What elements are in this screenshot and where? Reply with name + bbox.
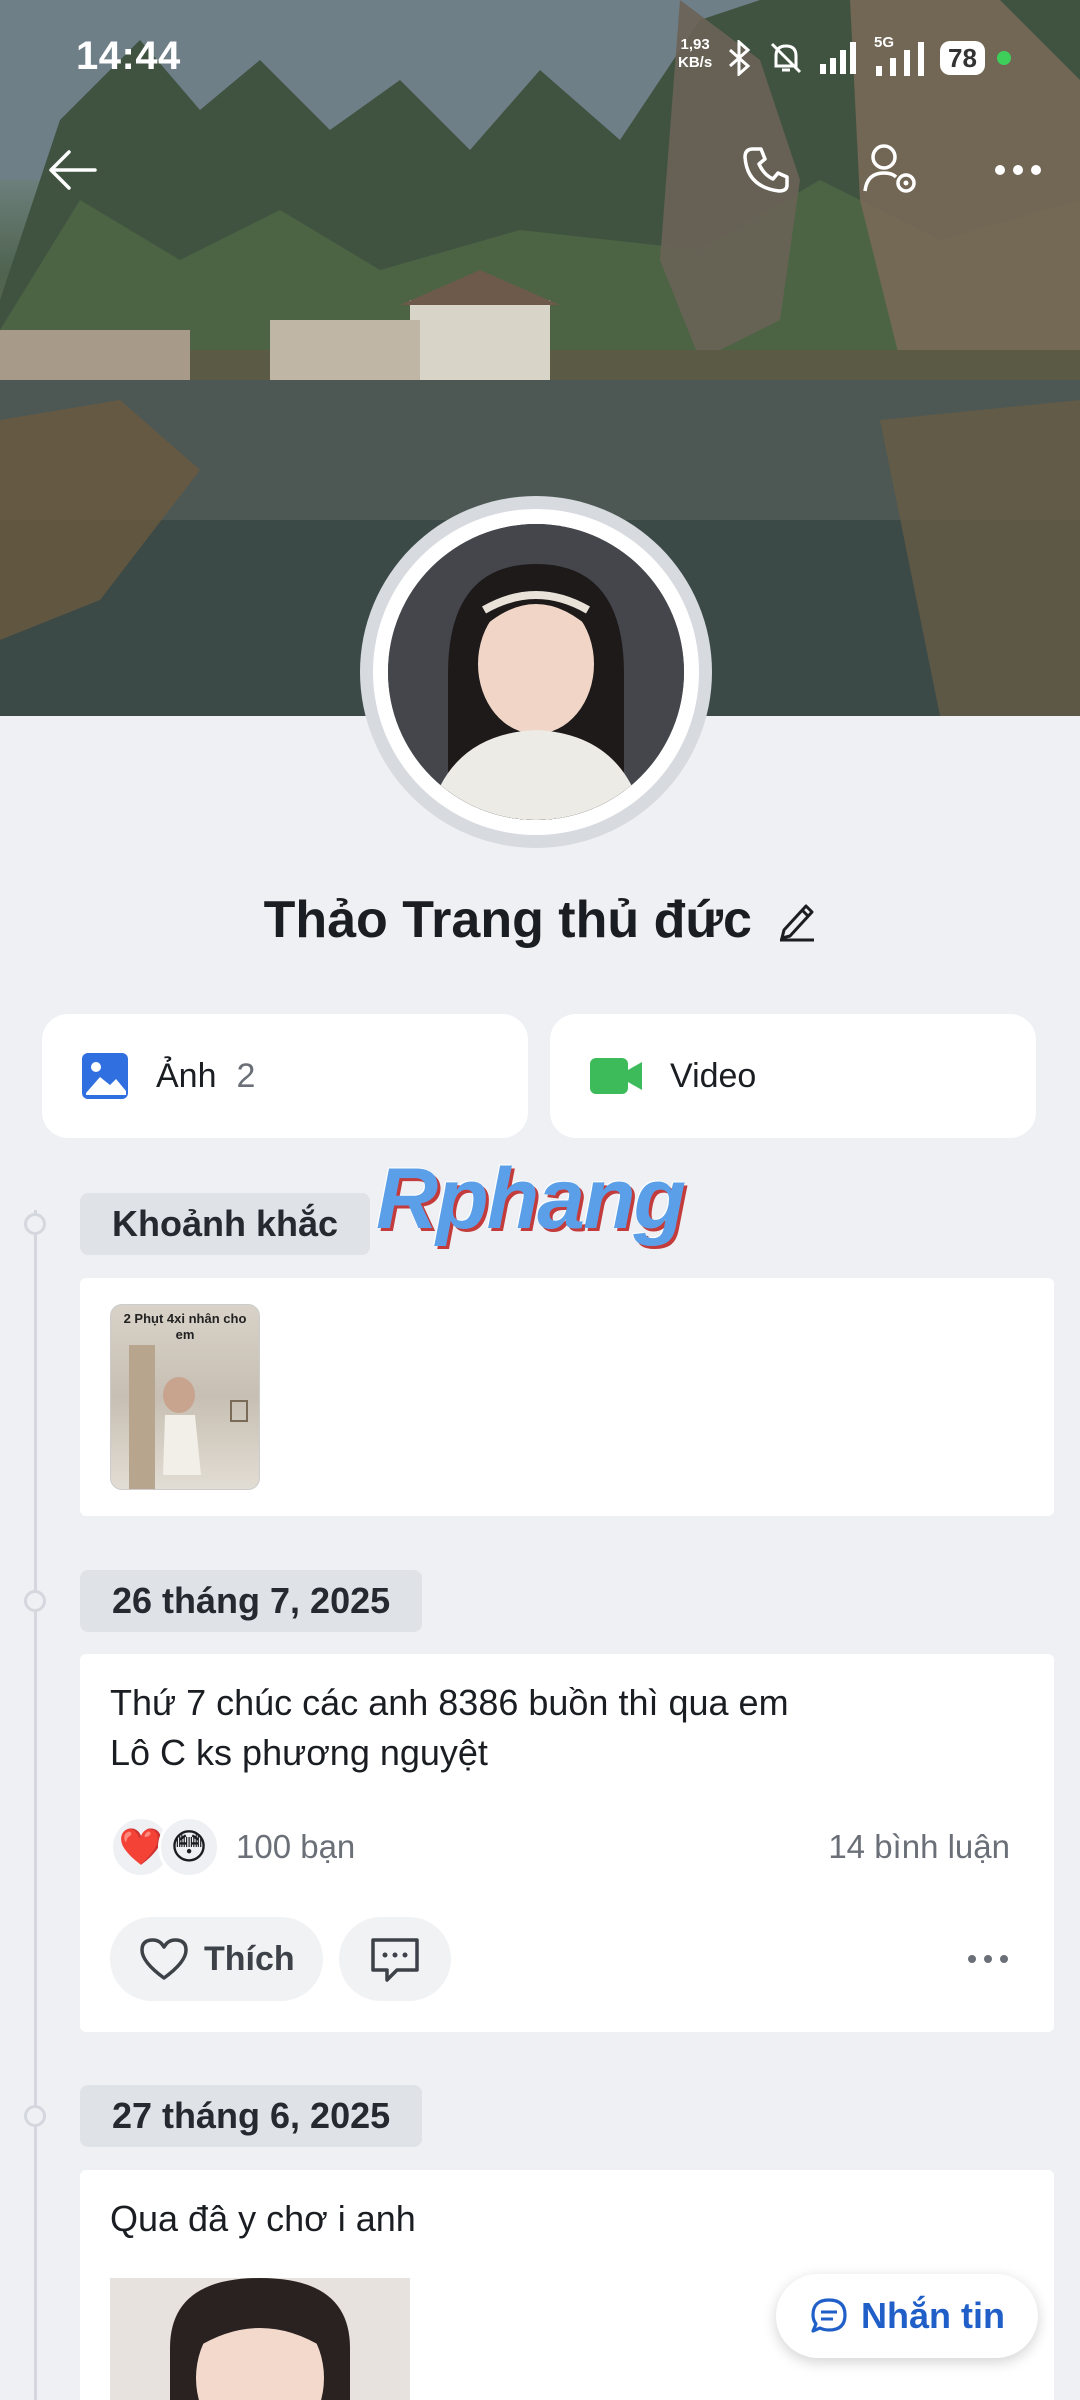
dot <box>1000 1955 1008 1963</box>
net-speed: 1,93 KB/s <box>678 36 712 72</box>
more-horizontal-icon <box>995 165 1041 175</box>
heart-outline-icon <box>140 1938 188 1980</box>
photos-count: 2 <box>236 1056 256 1095</box>
send-message-label: Nhắn tin <box>861 2295 1005 2336</box>
arrow-left-icon <box>49 150 97 190</box>
like-label: Thích <box>204 1939 295 1978</box>
send-message-button[interactable]: Nhắn tin <box>776 2274 1038 2358</box>
post-card[interactable]: Thứ 7 chúc các anh 8386 buồn thì qua em … <box>80 1654 1054 2032</box>
comment-button[interactable] <box>338 1917 451 2001</box>
moment-image <box>129 1345 248 1489</box>
moments-card: 2 Phụt 4xi nhân cho em <box>80 1278 1054 1516</box>
reaction-summary[interactable]: ❤️ 😳 100 bạn 14 bình luận <box>110 1812 1024 1882</box>
timeline-dot <box>24 1213 46 1235</box>
surprised-reaction-icon: 😳 <box>158 1816 220 1878</box>
status-time: 14:44 <box>76 34 181 78</box>
back-button[interactable] <box>40 138 104 202</box>
profile-name-row: Thảo Trang thủ đức <box>0 890 1080 950</box>
phone-icon <box>743 147 789 193</box>
like-button[interactable]: Thích <box>110 1917 323 2001</box>
signal-icon <box>820 42 856 74</box>
post-image-portrait <box>110 2278 410 2400</box>
post-text: Qua đâ y chơ i anh <box>110 2198 416 2239</box>
dot <box>968 1955 976 1963</box>
avatar-portrait <box>388 524 684 820</box>
timeline-dot <box>24 2105 46 2127</box>
profile-name: Thảo Trang thủ đức <box>263 891 752 949</box>
status-icons: 5G 78 <box>724 34 1011 80</box>
comment-count[interactable]: 14 bình luận <box>828 1828 1010 1866</box>
post-text: Thứ 7 chúc các anh 8386 buồn thì qua em … <box>110 1678 789 1778</box>
photos-label: Ảnh <box>156 1056 217 1095</box>
timeline-dot <box>24 1590 46 1612</box>
avatar <box>388 524 684 820</box>
more-options-button[interactable] <box>986 138 1050 202</box>
bell-muted-icon <box>770 42 802 74</box>
timeline-line <box>34 1210 37 2400</box>
video-icon <box>590 1058 642 1094</box>
post-date-tag: 26 tháng 7, 2025 <box>80 1570 423 1632</box>
bluetooth-icon <box>729 40 751 76</box>
post-text-line: Thứ 7 chúc các anh 8386 buồn thì qua em <box>110 1682 789 1723</box>
post-actions: Thích <box>110 1916 1024 2002</box>
avatar-border <box>373 509 699 835</box>
pencil-icon <box>780 904 815 942</box>
post-more-button[interactable] <box>968 1955 1008 1963</box>
image-icon <box>82 1053 128 1099</box>
post-date-tag: 27 tháng 6, 2025 <box>80 2085 423 2147</box>
post-image[interactable] <box>110 2278 410 2400</box>
avatar-frame[interactable] <box>360 496 712 848</box>
privacy-dot-icon <box>996 51 1011 65</box>
dot <box>984 1955 992 1963</box>
videos-label: Video <box>670 1056 757 1095</box>
battery-level: 78 <box>940 41 985 75</box>
moments-tag: Khoảnh khắc <box>80 1193 371 1255</box>
comment-icon <box>370 1938 419 1982</box>
watermark: Rphang <box>376 1151 686 1247</box>
user-settings-icon <box>863 144 916 193</box>
status-bar: 14:44 1,93 KB/s 5G 78 <box>0 0 1080 120</box>
post-text-line: Lô C ks phương nguyệt <box>110 1732 488 1773</box>
profile-settings-button[interactable] <box>860 138 924 202</box>
call-button[interactable] <box>734 138 798 202</box>
chat-bubble-icon <box>811 2298 847 2333</box>
net-speed-unit: KB/s <box>678 54 713 71</box>
moment-thumbnail[interactable]: 2 Phụt 4xi nhân cho em <box>110 1304 260 1490</box>
net-speed-value: 1,93 <box>680 36 710 53</box>
signal-5g-icon: 5G <box>874 34 928 78</box>
reaction-count: 100 bạn <box>236 1828 356 1865</box>
photos-card[interactable]: Ảnh 2 <box>42 1014 528 1138</box>
edit-name-button[interactable] <box>776 898 816 942</box>
videos-card[interactable]: Video <box>550 1014 1036 1138</box>
